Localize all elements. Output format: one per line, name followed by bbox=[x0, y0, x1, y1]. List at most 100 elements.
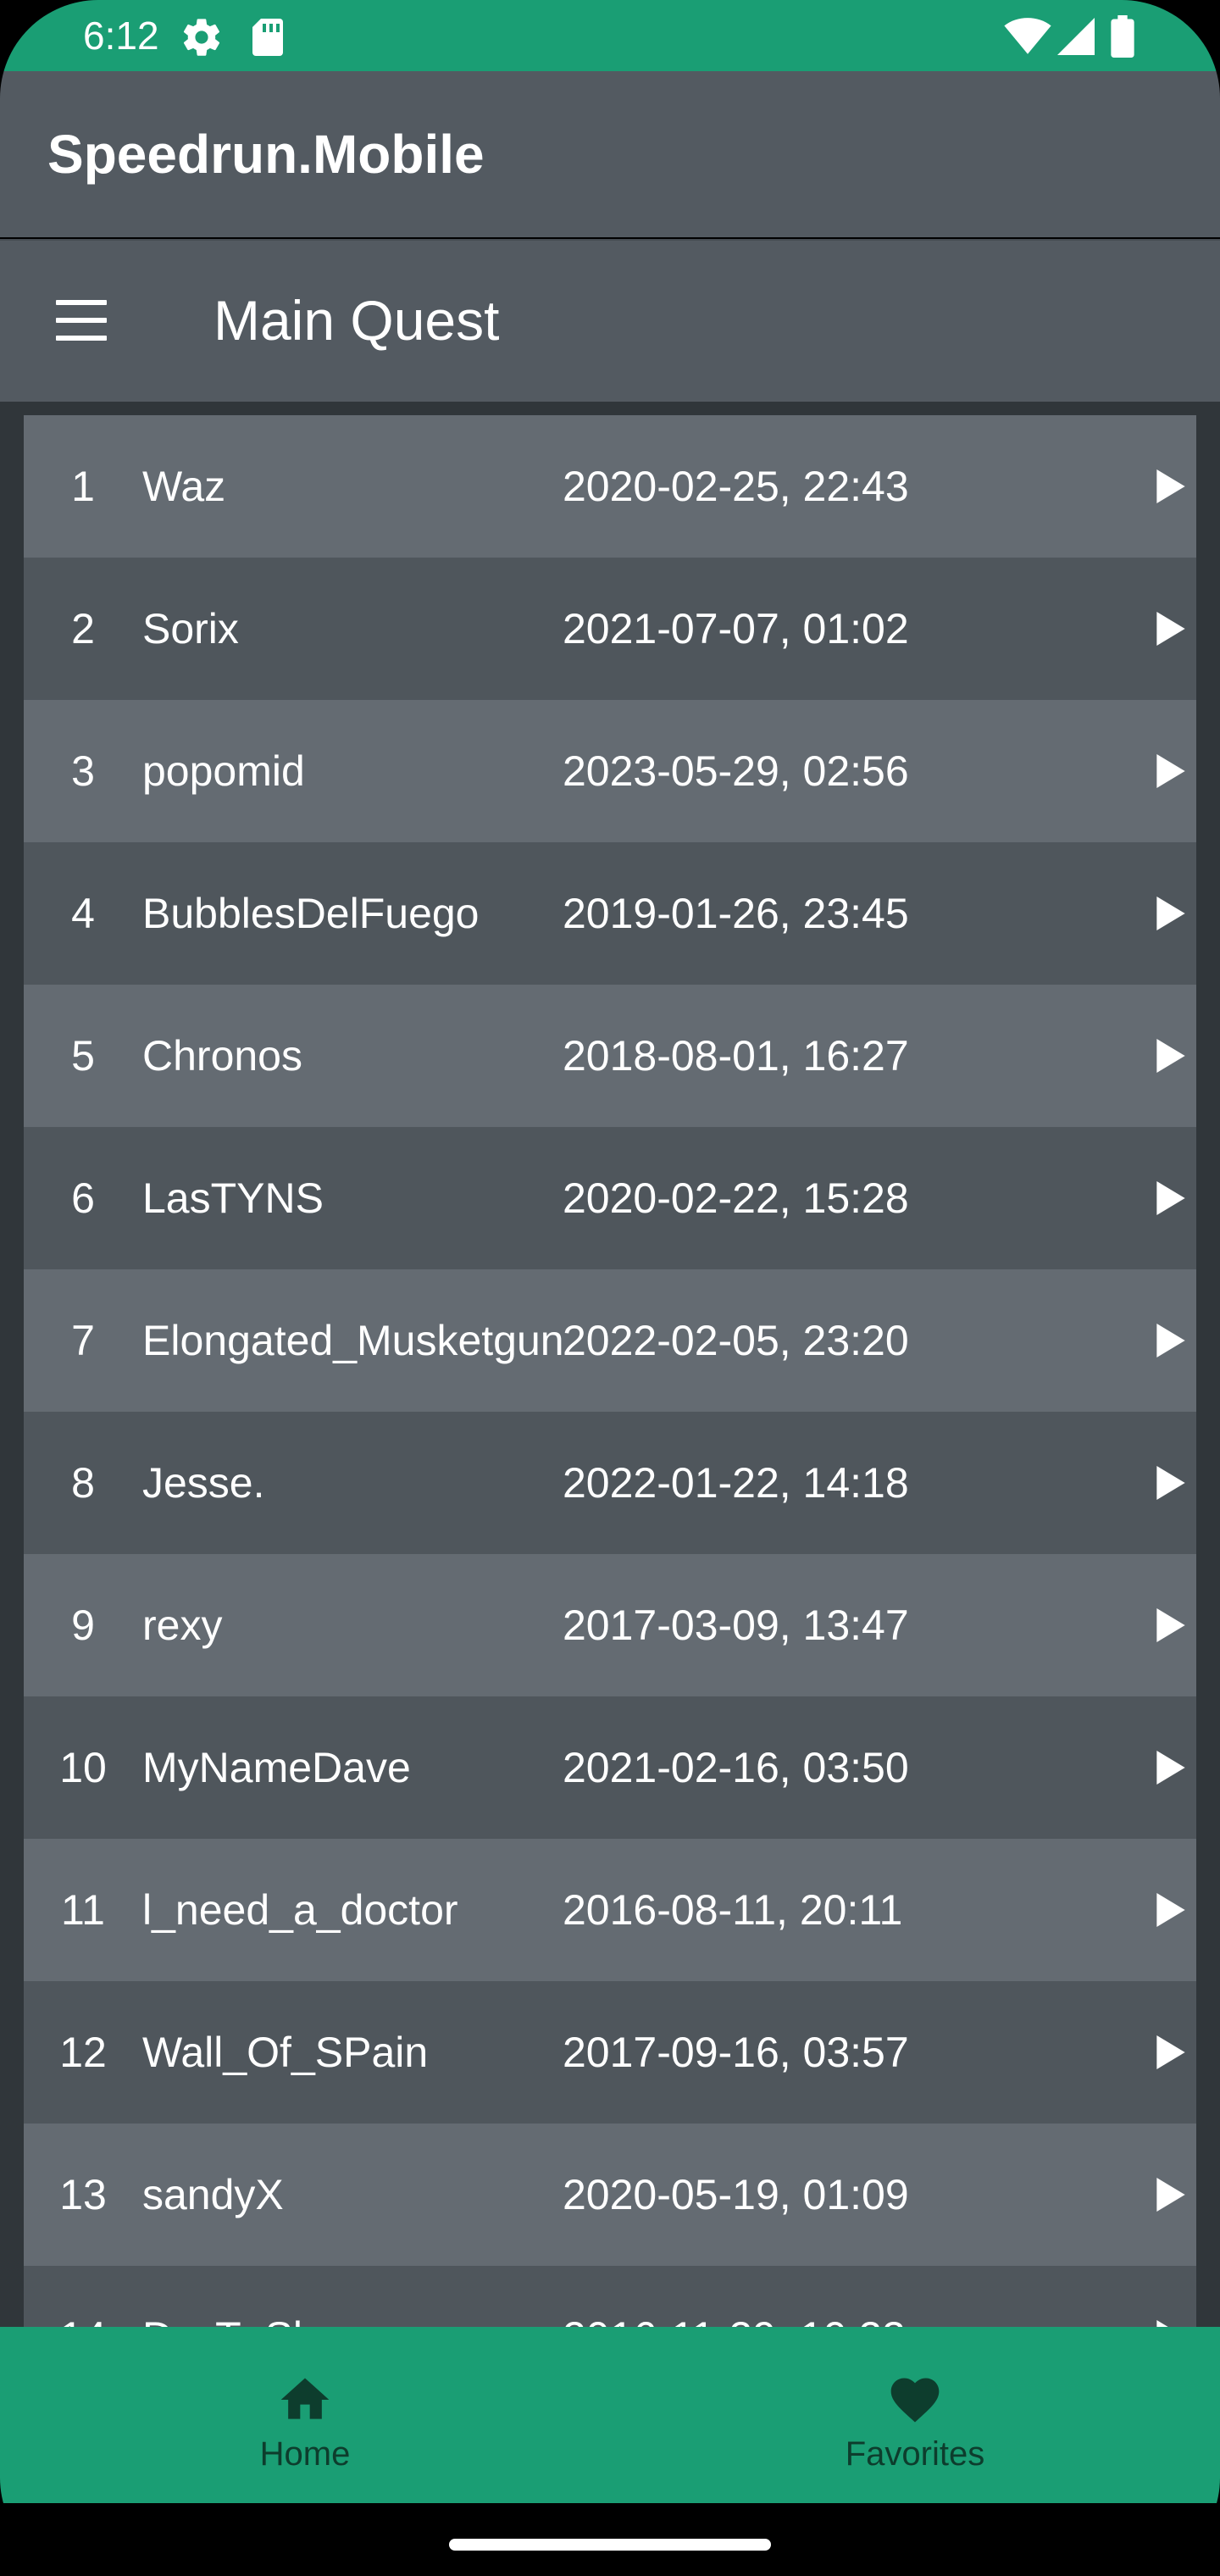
nav-label-home: Home bbox=[259, 2435, 351, 2473]
play-arrow-icon[interactable] bbox=[1156, 2178, 1186, 2212]
run-rank: 12 bbox=[59, 2029, 107, 2076]
run-player-text: Waz bbox=[142, 463, 226, 510]
gear-icon bbox=[183, 19, 220, 56]
run-player-text: DzzT_Sh bbox=[142, 2310, 317, 2327]
run-player-name: rexy bbox=[142, 1554, 583, 1696]
play-arrow-icon[interactable] bbox=[1156, 1751, 1186, 1785]
leaderboard-row[interactable]: 3 popomid 2023-05-29, 02:56 bbox=[24, 700, 1196, 842]
status-time: 6:12 bbox=[83, 14, 159, 58]
heart-icon bbox=[890, 2378, 940, 2423]
run-rank: 13 bbox=[59, 2171, 107, 2218]
leaderboard-row[interactable]: 4 BubblesDelFuego 2019-01-26, 23:45 bbox=[24, 842, 1196, 985]
run-rank: 1 bbox=[71, 463, 95, 510]
run-player-name: Waz bbox=[142, 415, 583, 558]
run-rank: 4 bbox=[71, 890, 95, 937]
run-player-name: sandyX bbox=[142, 2124, 583, 2266]
sd-card-icon bbox=[252, 19, 283, 56]
play-arrow-icon[interactable] bbox=[1156, 1893, 1186, 1927]
run-player-text: sandyX bbox=[142, 2171, 284, 2218]
play-arrow-icon[interactable] bbox=[1156, 2035, 1186, 2069]
bottom-navigation: Home Favorites bbox=[0, 2327, 1220, 2503]
leaderboard-list: 1 Waz 2020-02-25, 22:43 2 Sorix 2021-07-07, 0… bbox=[24, 415, 1196, 2327]
app-title-bar: Speedrun.Mobile bbox=[0, 71, 1220, 237]
app-title: Speedrun.Mobile bbox=[47, 124, 485, 185]
run-date: 2022-02-05, 23:20 bbox=[563, 1317, 909, 1364]
leaderboard-content[interactable]: 1 Waz 2020-02-25, 22:43 2 Sorix 2021-07-07, 0… bbox=[0, 402, 1220, 2327]
run-date: 2020-02-22, 15:28 bbox=[563, 1174, 909, 1222]
run-player-text: LasTYNS bbox=[142, 1174, 324, 1222]
gesture-navigation-area bbox=[0, 2503, 1220, 2576]
run-player-name: l_need_a_doctor bbox=[142, 1839, 583, 1981]
run-rank: 5 bbox=[71, 1032, 95, 1080]
play-arrow-icon[interactable] bbox=[1156, 1181, 1186, 1215]
run-date: 2018-08-01, 16:27 bbox=[563, 1032, 909, 1080]
play-arrow-icon[interactable] bbox=[1156, 2320, 1186, 2327]
run-player-text: Jesse. bbox=[142, 1459, 265, 1507]
play-arrow-icon[interactable] bbox=[1156, 1324, 1186, 1357]
cell-signal-icon bbox=[1057, 18, 1095, 55]
run-player-text: l_need_a_doctor bbox=[142, 1886, 458, 1934]
run-player-name: Elongated_Musketgun bbox=[142, 1269, 583, 1412]
run-rank: 10 bbox=[59, 1744, 107, 1791]
hamburger-menu-icon[interactable] bbox=[53, 298, 110, 342]
leaderboard-row[interactable]: 8 Jesse. 2022-01-22, 14:18 bbox=[24, 1412, 1196, 1554]
play-arrow-icon[interactable] bbox=[1156, 754, 1186, 788]
wifi-icon bbox=[1004, 18, 1051, 54]
run-date: 2016-11-29, 10:23 bbox=[563, 2266, 1037, 2327]
run-rank: 7 bbox=[71, 1317, 95, 1364]
run-player-text: Elongated_Musketgun bbox=[142, 1317, 564, 1364]
play-arrow-icon[interactable] bbox=[1156, 612, 1186, 646]
phone-screen: 6:12 Speedrun.Mobile Main Quest 1 Waz 20… bbox=[0, 0, 1220, 2576]
run-player-text: rexy bbox=[142, 1602, 223, 1649]
leaderboard-row[interactable]: 9 rexy 2017-03-09, 13:47 bbox=[24, 1554, 1196, 1696]
run-rank: 2 bbox=[71, 605, 95, 652]
play-arrow-icon[interactable] bbox=[1156, 1608, 1186, 1642]
run-rank: 11 bbox=[61, 1886, 105, 1934]
run-date: 2022-01-22, 14:18 bbox=[563, 1459, 909, 1507]
play-arrow-icon[interactable] bbox=[1156, 469, 1186, 503]
leaderboard-row[interactable]: 11 l_need_a_doctor 2016-08-11, 20:11 bbox=[24, 1839, 1196, 1981]
leaderboard-row[interactable]: 2 Sorix 2021-07-07, 01:02 bbox=[24, 558, 1196, 700]
play-arrow-icon[interactable] bbox=[1156, 1466, 1186, 1500]
play-arrow-icon[interactable] bbox=[1156, 897, 1186, 930]
run-date: 2019-01-26, 23:45 bbox=[563, 890, 909, 937]
run-date: 2021-02-16, 03:50 bbox=[563, 1744, 909, 1791]
gesture-handle[interactable] bbox=[449, 2539, 771, 2551]
run-player-name: BubblesDelFuego bbox=[142, 842, 583, 985]
leaderboard-row[interactable]: 13 sandyX 2020-05-19, 01:09 bbox=[24, 2124, 1196, 2266]
run-player-name: LasTYNS bbox=[142, 1127, 583, 1269]
leaderboard-row[interactable]: 5 Chronos 2018-08-01, 16:27 bbox=[24, 985, 1196, 1127]
run-date: 2020-05-19, 01:09 bbox=[563, 2171, 909, 2218]
run-player-name: Jesse. bbox=[142, 1412, 583, 1554]
status-bar: 6:12 bbox=[0, 0, 1220, 71]
run-player-name: Wall_Of_SPain bbox=[142, 1981, 583, 2124]
run-date: 2017-09-16, 03:57 bbox=[563, 2029, 909, 2076]
play-arrow-icon[interactable] bbox=[1156, 1039, 1186, 1073]
run-rank: 14 bbox=[24, 2266, 142, 2327]
leaderboard-row[interactable]: 10 MyNameDave 2021-02-16, 03:50 bbox=[24, 1696, 1196, 1839]
run-date: 2016-08-11, 20:11 bbox=[563, 1886, 903, 1934]
leaderboard-row[interactable]: 1 Waz 2020-02-25, 22:43 bbox=[24, 415, 1196, 558]
leaderboard-row[interactable]: 6 LasTYNS 2020-02-22, 15:28 bbox=[24, 1127, 1196, 1269]
run-player-name: popomid bbox=[142, 700, 583, 842]
run-player-name: Sorix bbox=[142, 558, 583, 700]
nav-label-favorites: Favorites bbox=[845, 2435, 985, 2473]
run-player-text: BubblesDelFuego bbox=[142, 890, 480, 937]
leaderboard-row[interactable]: 14DzzT_Sh 2016-11-29, 10:23 bbox=[24, 2266, 1196, 2327]
leaderboard-row[interactable]: 12 Wall_Of_SPain 2017-09-16, 03:57 bbox=[24, 1981, 1196, 2124]
run-rank: 6 bbox=[71, 1174, 95, 1222]
nav-tab-home[interactable]: Home bbox=[0, 2327, 610, 2503]
run-player-text: MyNameDave bbox=[142, 1744, 411, 1791]
run-player-text: Sorix bbox=[142, 605, 239, 652]
run-date: 2023-05-29, 02:56 bbox=[563, 747, 909, 795]
page-header: Main Quest bbox=[0, 239, 1220, 402]
run-rank: 9 bbox=[71, 1602, 95, 1649]
leaderboard-row[interactable]: 7 Elongated_Musketgun 2022-02-05, 23:20 bbox=[24, 1269, 1196, 1412]
run-player-name: Chronos bbox=[142, 985, 583, 1127]
battery-icon bbox=[1111, 15, 1134, 58]
page-title: Main Quest bbox=[214, 289, 500, 352]
run-date: 2021-07-07, 01:02 bbox=[563, 605, 909, 652]
run-date: 2017-03-09, 13:47 bbox=[563, 1602, 909, 1649]
nav-tab-favorites[interactable]: Favorites bbox=[610, 2327, 1220, 2503]
run-player-text: popomid bbox=[142, 747, 305, 795]
